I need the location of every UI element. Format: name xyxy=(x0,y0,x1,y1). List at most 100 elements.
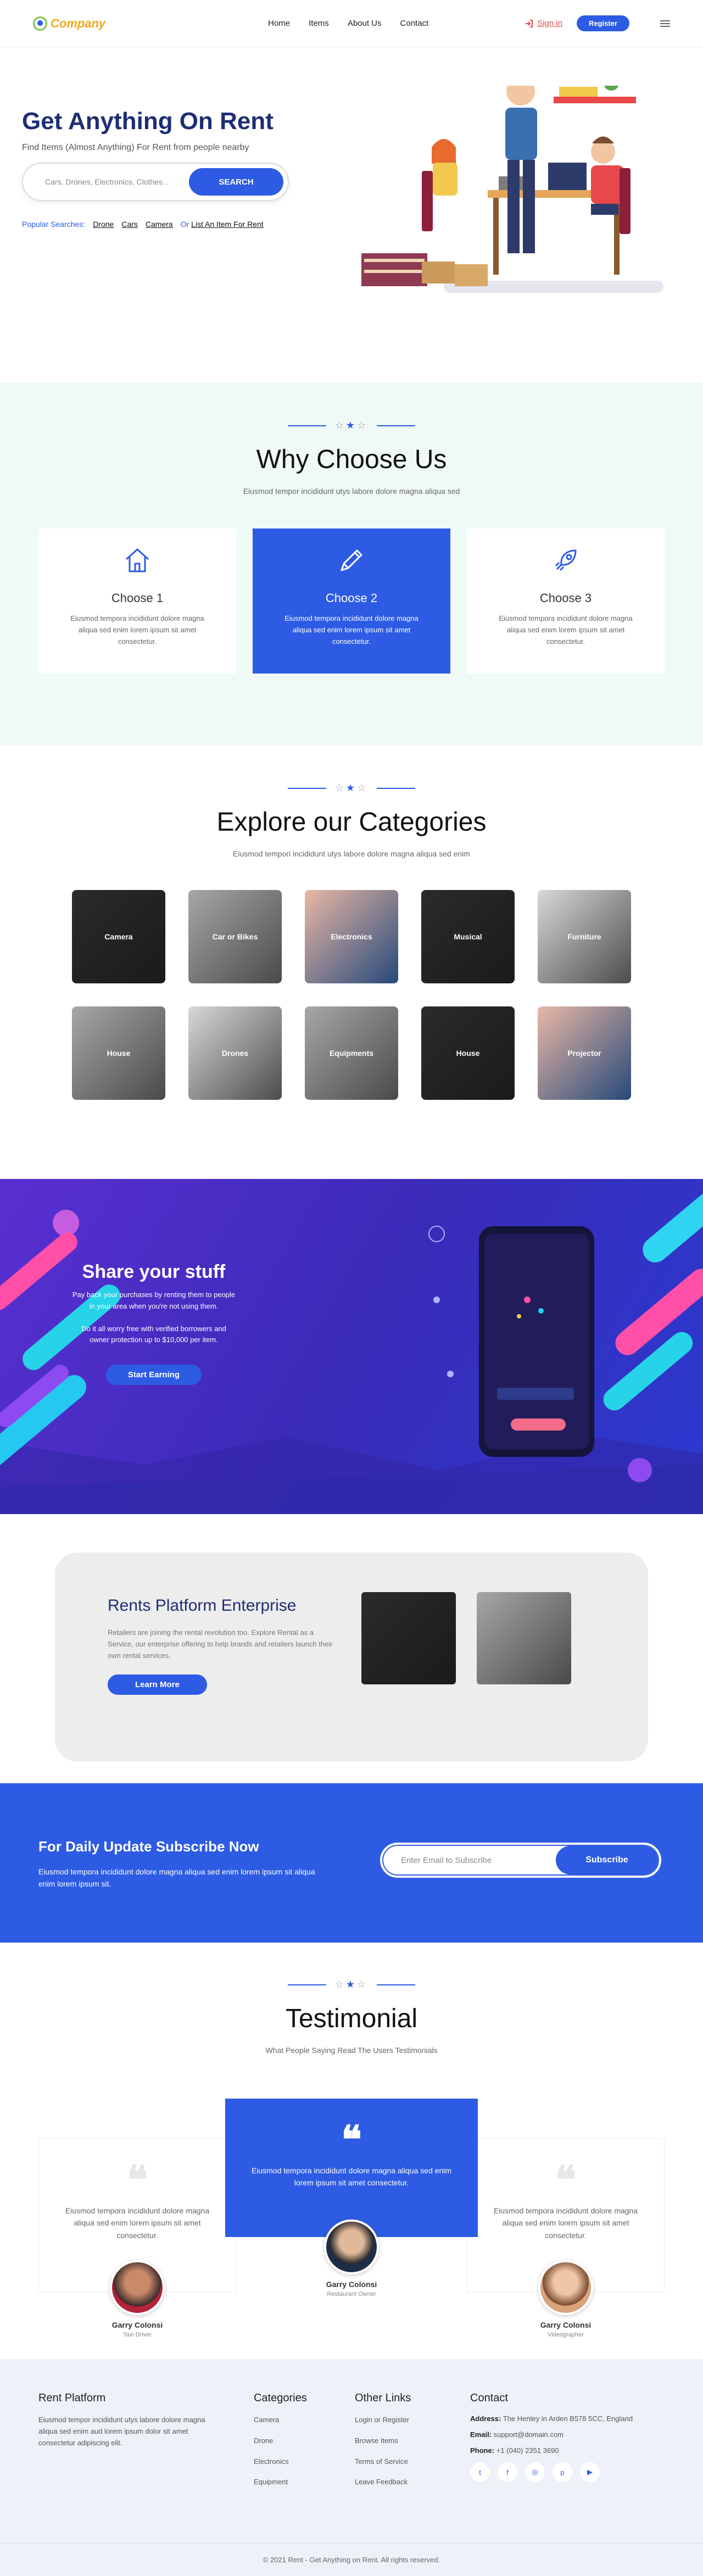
subscribe-section: For Daily Update Subscribe Now Eiusmod t… xyxy=(0,1783,703,1943)
why-card-2[interactable]: Choose 2 Eiusmod tempora incididunt dolo… xyxy=(253,528,450,674)
footer-email[interactable]: Email: support@domain.com xyxy=(470,2430,668,2439)
testimonial-text: Eiusmod tempora incididunt dolore magna … xyxy=(65,2206,210,2240)
why-card-text: Eiusmod tempora incididunt dolore magna … xyxy=(499,614,633,646)
footer-link-camera[interactable]: Camera xyxy=(254,2414,307,2426)
category-label: Drones xyxy=(221,1049,249,1058)
facebook-icon[interactable]: f xyxy=(498,2462,517,2482)
quote-icon: ❝ xyxy=(341,2118,362,2161)
testimonial-cards: ❝ Eiusmod tempora incididunt dolore magn… xyxy=(0,2060,703,2338)
home-icon xyxy=(60,544,214,577)
why-card-text: Eiusmod tempora incididunt dolore magna … xyxy=(284,614,419,646)
footer-link-terms[interactable]: Terms of Service xyxy=(355,2456,411,2468)
start-earning-button[interactable]: Start Earning xyxy=(105,1365,202,1386)
category-tile-camera[interactable]: Camera xyxy=(72,890,165,983)
subscribe-email-input[interactable]: Enter Email to Subscribe xyxy=(401,1856,492,1865)
category-tile-musical[interactable]: Musical xyxy=(421,890,515,983)
share-text-2: Do it all worry free with verified borro… xyxy=(81,1324,226,1344)
testimonial-text: Eiusmod tempora incididunt dolore magna … xyxy=(251,2166,452,2188)
popular-tag-camera[interactable]: Camera xyxy=(146,220,173,229)
enterprise-image-drone xyxy=(361,1592,456,1684)
search-input[interactable]: Cars, Drones, Electronics, Clothes... xyxy=(45,177,169,186)
nav-actions: Sign in Register xyxy=(525,15,670,31)
signin-link[interactable]: Sign in xyxy=(525,19,562,28)
footer-link-drone[interactable]: Drone xyxy=(254,2435,307,2447)
why-card-3[interactable]: Choose 3 Eiusmod tempora incididunt dolo… xyxy=(467,528,665,674)
instagram-icon[interactable]: ◎ xyxy=(525,2462,545,2482)
nav-contact[interactable]: Contact xyxy=(400,19,429,28)
nav-items[interactable]: Items xyxy=(309,19,329,28)
or-label: Or xyxy=(180,220,189,229)
why-card-text: Eiusmod tempora incididunt dolore magna … xyxy=(70,614,204,646)
category-label: Furniture xyxy=(567,932,601,941)
why-cards: Choose 1 Eiusmod tempora incididunt dolo… xyxy=(0,528,703,674)
category-label: House xyxy=(107,1049,131,1058)
category-tile-car-or-bikes[interactable]: Car or Bikes xyxy=(188,890,282,983)
category-label: House xyxy=(456,1049,480,1058)
popular-tag-cars[interactable]: Cars xyxy=(121,220,138,229)
company-logo[interactable]: Company xyxy=(33,16,105,31)
youtube-icon[interactable]: ▶ xyxy=(580,2462,600,2482)
category-label: Electronics xyxy=(331,932,372,941)
footer-link-electronics[interactable]: Electronics xyxy=(254,2456,307,2468)
learn-more-button[interactable]: Learn More xyxy=(108,1674,207,1695)
list-item-link[interactable]: List An Item For Rent xyxy=(191,220,264,229)
categories-title: Explore our Categories xyxy=(216,808,487,837)
popular-tag-drone[interactable]: Drone xyxy=(93,220,114,229)
footer-about-title: Rent Platform xyxy=(38,2392,106,2404)
category-tile-house-2[interactable]: House xyxy=(421,1006,515,1100)
category-grid: Camera Car or Bikes Electronics Musical … xyxy=(0,890,703,1100)
section-divider: ☆★☆ xyxy=(0,782,703,794)
share-text-1: Pay back your purchases by renting them … xyxy=(72,1290,236,1310)
category-label: Musical xyxy=(454,932,482,941)
testimonial-card-2: ❝ Eiusmod tempora incididunt dolore magn… xyxy=(225,2099,478,2237)
logo-icon xyxy=(33,16,47,31)
footer-address: Address: The Henley in Arden B578 5CC, E… xyxy=(470,2414,633,2423)
category-label: Equipments xyxy=(329,1049,374,1058)
why-choose-us-section: ☆★☆ Why Choose Us Eiusmod tempor incidid… xyxy=(0,382,703,745)
subscribe-button[interactable]: Subscribe xyxy=(556,1846,658,1874)
hero-section: Get Anything On Rent Find Items (Almost … xyxy=(0,47,703,382)
register-button[interactable]: Register xyxy=(576,15,629,31)
section-divider: ☆★☆ xyxy=(0,420,703,431)
footer-contact-title: Contact xyxy=(470,2392,508,2404)
hamburger-menu-icon[interactable] xyxy=(660,20,670,27)
pinterest-icon[interactable]: p xyxy=(553,2462,572,2482)
twitter-icon[interactable]: t xyxy=(470,2462,490,2482)
share-title: Share your stuff xyxy=(82,1261,226,1282)
category-label: Projector xyxy=(567,1049,601,1058)
footer-link-feedback[interactable]: Leave Feedback xyxy=(355,2477,411,2488)
pencil-icon xyxy=(275,544,428,577)
footer-about: Rent Platform Eiusmod tempor incididunt … xyxy=(38,2392,220,2449)
nav-home[interactable]: Home xyxy=(268,19,290,28)
nav-about[interactable]: About Us xyxy=(348,19,382,28)
category-tile-projector[interactable]: Projector xyxy=(538,1006,631,1100)
footer-categories: Categories Camera Drone Electronics Equi… xyxy=(254,2392,307,2497)
share-text-block: Share your stuff Pay back your purchases… xyxy=(71,1261,236,1386)
testimonial-text: Eiusmod tempora incididunt dolore magna … xyxy=(493,2206,638,2240)
testimonial-title: Testimonial xyxy=(285,2004,418,2033)
quote-icon: ❝ xyxy=(555,2158,576,2201)
subscribe-form: Enter Email to Subscribe Subscribe xyxy=(380,1843,661,1878)
footer-contact: Contact Address: The Henley in Arden B57… xyxy=(470,2392,668,2482)
why-card-title: Choose 2 xyxy=(325,591,378,605)
logo-text: Company xyxy=(51,16,106,30)
site-footer: Rent Platform Eiusmod tempor incididunt … xyxy=(0,2359,703,2576)
category-tile-electronics[interactable]: Electronics xyxy=(305,890,398,983)
why-card-1[interactable]: Choose 1 Eiusmod tempora incididunt dolo… xyxy=(38,528,236,674)
person-name: Garry Colonsi xyxy=(111,2321,163,2329)
category-tile-drones[interactable]: Drones xyxy=(188,1006,282,1100)
footer-phone[interactable]: Phone: +1 (040) 2351 3690 xyxy=(470,2446,668,2455)
category-label: Camera xyxy=(104,932,133,941)
footer-link-equipment[interactable]: Equipment xyxy=(254,2477,307,2488)
hero-search-box: Cars, Drones, Electronics, Clothes... SE… xyxy=(22,163,289,201)
footer-link-login[interactable]: Login or Register xyxy=(355,2414,411,2426)
enterprise-section: Rents Platform Enterprise Retailers are … xyxy=(0,1514,703,1783)
category-tile-house[interactable]: House xyxy=(72,1006,165,1100)
category-tile-furniture[interactable]: Furniture xyxy=(538,890,631,983)
enterprise-image-device xyxy=(477,1592,571,1684)
person-role: Restaurant Owner xyxy=(327,2291,376,2297)
category-tile-equipments[interactable]: Equipments xyxy=(305,1006,398,1100)
footer-link-browse[interactable]: Browse Items xyxy=(355,2435,411,2447)
hero-illustration xyxy=(361,86,663,293)
search-button[interactable]: SEARCH xyxy=(189,168,283,196)
